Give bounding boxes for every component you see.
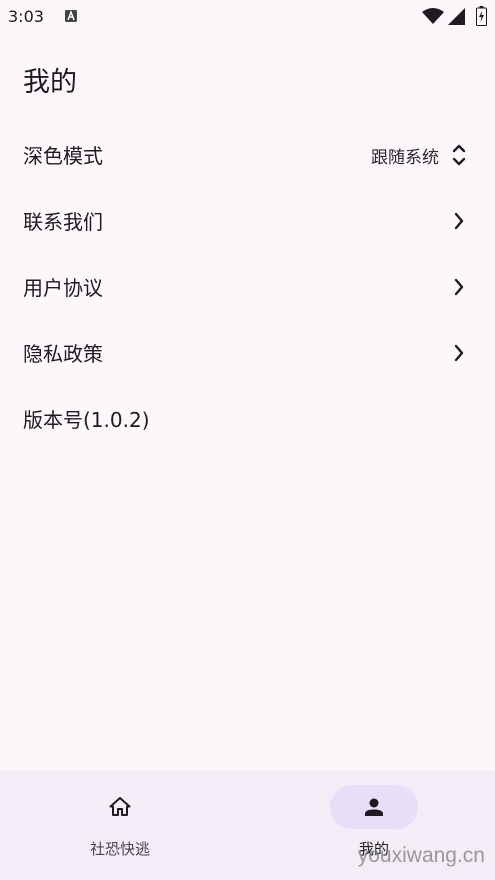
unfold-icon[interactable] <box>451 142 467 168</box>
chevron-right-icon <box>454 212 464 230</box>
contact-us-label: 联系我们 <box>23 210 103 234</box>
dark-mode-label: 深色模式 <box>23 144 103 168</box>
nav-label-home: 社恐快逃 <box>89 840 150 858</box>
signal-icon <box>448 8 465 25</box>
battery-icon <box>476 6 487 26</box>
chevron-right-icon <box>454 344 464 362</box>
user-agreement-setting[interactable]: 用户协议 <box>0 254 495 320</box>
user-agreement-label: 用户协议 <box>23 276 103 300</box>
home-icon <box>109 797 131 816</box>
version-row: 版本号(1.0.2) <box>0 386 495 452</box>
privacy-policy-setting[interactable]: 隐私政策 <box>0 320 495 386</box>
version-label: 版本号(1.0.2) <box>23 408 150 432</box>
privacy-policy-label: 隐私政策 <box>23 342 103 366</box>
nav-item-home[interactable]: 社恐快逃 <box>40 770 200 880</box>
status-bar: 3:03 <box>0 0 495 34</box>
chevron-right-icon <box>454 278 464 296</box>
person-icon <box>365 798 383 816</box>
wifi-icon <box>422 8 444 24</box>
contact-us-setting[interactable]: 联系我们 <box>0 188 495 254</box>
settings-list: 深色模式 跟随系统 联系我们 用户协议 隐私政策 版本号(1.0.2) <box>0 122 495 452</box>
dark-mode-value[interactable]: 跟随系统 <box>371 143 439 168</box>
page-title: 我的 <box>23 67 77 98</box>
watermark: youxiwang.cn <box>357 844 485 867</box>
app-notification-icon <box>65 10 77 22</box>
status-time: 3:03 <box>8 7 44 26</box>
dark-mode-setting[interactable]: 深色模式 跟随系统 <box>0 122 495 188</box>
